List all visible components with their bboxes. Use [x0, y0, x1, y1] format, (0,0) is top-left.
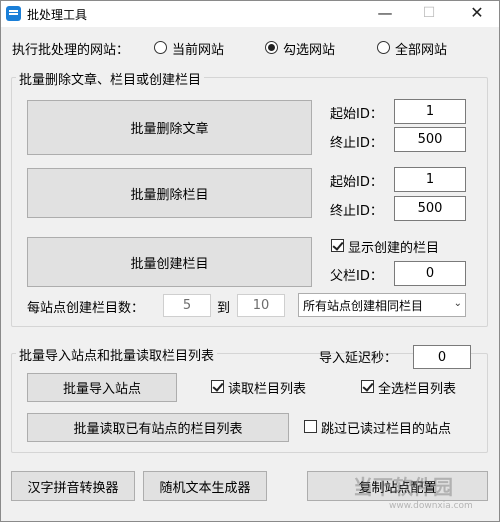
articles-start-id-input[interactable]: 1	[394, 99, 466, 124]
batch-tool-window: 批处理工具 — ☐ ✕ 执行批处理的网站： 当前网站 勾选网站 全部网站 批量删…	[0, 0, 500, 522]
create-columns-button[interactable]: 批量创建栏目	[27, 237, 312, 287]
create-mode-value: 所有站点创建相同栏目	[303, 298, 424, 313]
show-created-checkbox[interactable]	[331, 239, 344, 252]
delete-articles-button[interactable]: 批量删除文章	[27, 100, 312, 155]
radio-checked-sites-label[interactable]: 勾选网站	[283, 39, 335, 58]
import-sites-button[interactable]: 批量导入站点	[27, 373, 177, 402]
read-columns-label[interactable]: 读取栏目列表	[228, 378, 306, 397]
create-mode-select[interactable]: 所有站点创建相同栏目 ⌄	[298, 293, 466, 317]
radio-all-sites-label[interactable]: 全部网站	[395, 39, 447, 58]
pinyin-converter-button[interactable]: 汉字拼音转换器	[11, 471, 135, 501]
per-site-from-input[interactable]: 5	[163, 294, 211, 317]
window-title: 批处理工具	[27, 8, 88, 22]
radio-current-site[interactable]	[154, 41, 167, 54]
select-all-columns-label[interactable]: 全选栏目列表	[378, 378, 456, 397]
per-site-count-label: 每站点创建栏目数：	[27, 301, 145, 316]
radio-current-site-label[interactable]: 当前网站	[172, 39, 224, 58]
random-text-generator-button[interactable]: 随机文本生成器	[143, 471, 267, 501]
maximize-button[interactable]: ☐	[407, 1, 451, 27]
delete-create-group-title: 批量删除文章、栏目或创建栏目	[16, 69, 205, 88]
per-site-to-input[interactable]: 10	[237, 294, 285, 317]
import-delay-input[interactable]: 0	[413, 345, 471, 369]
watermark-url: www.downxia.com	[389, 501, 473, 511]
articles-end-id-label: 终止ID：	[330, 136, 383, 151]
import-read-group-title: 批量导入站点和批量读取栏目列表	[16, 345, 218, 364]
show-created-label[interactable]: 显示创建的栏目	[348, 237, 439, 256]
read-columns-checkbox[interactable]	[211, 380, 224, 393]
minimize-button[interactable]: —	[363, 1, 407, 27]
delete-columns-button[interactable]: 批量删除栏目	[27, 168, 312, 218]
per-site-to-label: 到	[217, 301, 231, 316]
parent-id-label: 父栏ID：	[330, 269, 383, 284]
articles-end-id-input[interactable]: 500	[394, 127, 466, 152]
columns-start-id-input[interactable]: 1	[394, 167, 466, 192]
skip-read-checkbox[interactable]	[304, 420, 317, 433]
radio-all-sites[interactable]	[377, 41, 390, 54]
title-bar: 批处理工具 — ☐ ✕	[1, 1, 499, 27]
articles-start-id-label: 起始ID：	[330, 107, 383, 122]
radio-checked-sites[interactable]	[265, 41, 278, 54]
watermark-text: 当下软件园	[353, 475, 453, 499]
select-all-columns-checkbox[interactable]	[361, 380, 374, 393]
columns-end-id-input[interactable]: 500	[394, 196, 466, 221]
import-delay-label: 导入延迟秒：	[319, 351, 398, 366]
read-existing-columns-button[interactable]: 批量读取已有站点的栏目列表	[27, 413, 289, 442]
app-icon	[6, 6, 21, 21]
columns-end-id-label: 终止ID：	[330, 204, 383, 219]
skip-read-label[interactable]: 跳过已读过栏目的站点	[321, 418, 451, 437]
chevron-down-icon: ⌄	[453, 298, 462, 309]
columns-start-id-label: 起始ID：	[330, 175, 383, 190]
parent-id-input[interactable]: 0	[394, 261, 466, 286]
scope-label: 执行批处理的网站：	[12, 43, 130, 58]
close-button[interactable]: ✕	[455, 1, 499, 27]
